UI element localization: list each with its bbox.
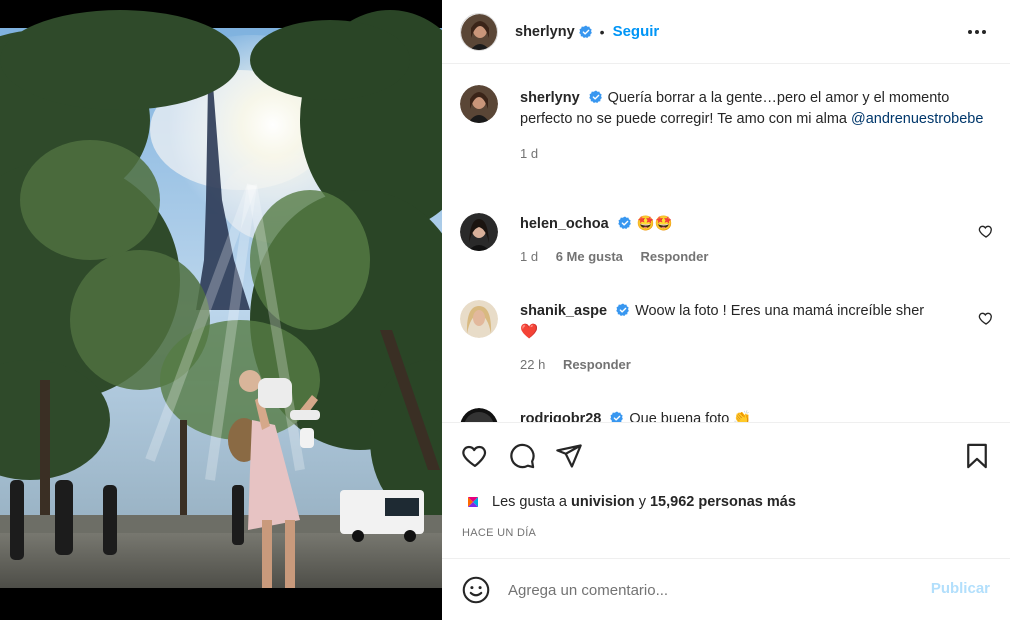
likes-count[interactable]: 15,962 personas más xyxy=(650,494,796,510)
comment-timestamp[interactable]: 1 d xyxy=(520,249,538,264)
author-avatar[interactable] xyxy=(460,12,498,51)
paper-plane-icon[interactable] xyxy=(555,442,583,470)
verified-badge-icon xyxy=(610,411,624,422)
comment-text: Woow la foto ! Eres una mamá increíble s… xyxy=(635,303,925,319)
post-details-panel: sherlyny • Seguir sherlyny Quería borrar… xyxy=(442,0,1010,620)
likes-summary: Les gusta a univision y 15,962 personas … xyxy=(464,493,796,511)
comments-list[interactable]: sherlyny Quería borrar a la gente…pero e… xyxy=(442,65,1010,422)
post-caption: sherlyny Quería borrar a la gente…pero e… xyxy=(460,85,994,161)
more-horizontal-icon[interactable] xyxy=(966,22,988,42)
post-photo[interactable] xyxy=(0,0,442,620)
verified-badge-icon xyxy=(617,216,631,230)
comment-like-heart-icon[interactable] xyxy=(978,223,994,239)
follow-button[interactable]: Seguir xyxy=(613,23,660,40)
commenter-avatar[interactable] xyxy=(460,213,498,251)
reply-button[interactable]: Responder xyxy=(641,249,709,264)
caption-username[interactable]: sherlyny xyxy=(520,90,580,106)
verified-badge-icon xyxy=(616,303,629,317)
publish-button[interactable]: Publicar xyxy=(931,580,990,597)
commenter-avatar[interactable] xyxy=(460,300,498,338)
univision-avatar[interactable] xyxy=(464,493,482,511)
post-header: sherlyny • Seguir xyxy=(442,0,1010,64)
likes-middle: y xyxy=(638,494,646,510)
comment-item: helen_ochoa 🤩🤩 1 d 6 Me gusta Responder xyxy=(460,213,994,264)
likes-prefix: Les gusta a xyxy=(492,494,567,510)
separator-dot: • xyxy=(599,23,605,40)
verified-badge-icon xyxy=(578,25,592,38)
bookmark-icon[interactable] xyxy=(963,442,991,470)
comment-bubble-icon[interactable] xyxy=(508,442,536,470)
caption-timestamp[interactable]: 1 d xyxy=(520,146,538,161)
comment-composer: Publicar xyxy=(442,558,1010,620)
heart-icon[interactable] xyxy=(461,442,489,470)
comment-text: Que buena foto 👏 xyxy=(629,411,752,422)
emoji-smile-icon[interactable] xyxy=(462,576,490,604)
comment-text: 🤩🤩 xyxy=(636,216,673,232)
commenter-avatar[interactable] xyxy=(460,408,498,422)
comment-like-heart-icon[interactable] xyxy=(978,310,994,326)
author-avatar[interactable] xyxy=(460,85,498,123)
comment-item: rodrigobr28 Que buena foto 👏 xyxy=(460,408,994,422)
comment-username[interactable]: rodrigobr28 xyxy=(520,411,601,422)
comment-timestamp[interactable]: 22 h xyxy=(520,357,545,372)
comment-item: shanik_aspe Woow la foto ! Eres una mamá… xyxy=(460,300,994,372)
verified-badge-icon xyxy=(588,90,602,104)
author-username[interactable]: sherlyny xyxy=(515,24,575,40)
eiffel-tower-photo xyxy=(0,0,442,620)
reply-button[interactable]: Responder xyxy=(563,357,631,372)
comment-username[interactable]: shanik_aspe xyxy=(520,303,607,319)
comment-text-heart: ❤️ xyxy=(520,324,539,340)
comment-input[interactable] xyxy=(508,577,908,603)
caption-mention-link[interactable]: @andrenuestrobebe xyxy=(851,111,983,127)
comment-username[interactable]: helen_ochoa xyxy=(520,216,609,232)
comment-likes-count[interactable]: 6 Me gusta xyxy=(556,249,623,264)
post-timestamp[interactable]: Hace un día xyxy=(462,527,536,539)
post-actions: Les gusta a univision y 15,962 personas … xyxy=(442,422,1010,558)
likes-first-user[interactable]: univision xyxy=(571,494,635,510)
